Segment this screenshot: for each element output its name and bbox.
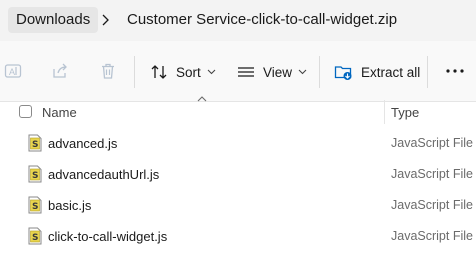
- breadcrumb-current-zip[interactable]: Customer Service-click-to-call-widget.zi…: [127, 7, 397, 33]
- extract-folder-icon: [334, 66, 352, 80]
- column-name-header[interactable]: Name: [42, 105, 77, 120]
- sort-button[interactable]: Sort: [150, 59, 216, 85]
- sort-label: Sort: [176, 64, 201, 80]
- svg-text:S: S: [32, 202, 38, 212]
- js-file-icon: S: [28, 227, 42, 245]
- svg-text:A: A: [9, 67, 15, 77]
- js-file-icon: S: [28, 134, 42, 152]
- file-type: JavaScript File: [391, 136, 473, 150]
- js-file-icon: S: [28, 165, 42, 183]
- file-row[interactable]: S basic.js JavaScript File: [0, 190, 476, 221]
- file-type: JavaScript File: [391, 229, 473, 243]
- sort-icon: [151, 65, 167, 79]
- share-icon[interactable]: [51, 62, 69, 80]
- rename-icon[interactable]: A: [4, 62, 22, 80]
- sort-ascending-icon: [197, 96, 207, 102]
- file-row[interactable]: S click-to-call-widget.js JavaScript Fil…: [0, 221, 476, 252]
- file-name: basic.js: [48, 198, 92, 213]
- view-list-icon: [238, 67, 254, 77]
- svg-text:S: S: [32, 171, 38, 181]
- extract-all-label: Extract all: [361, 64, 421, 80]
- toolbar: A Sort View Extract all: [0, 41, 476, 102]
- breadcrumb: Downloads Customer Service-click-to-call…: [0, 0, 476, 41]
- chevron-right-icon: [102, 14, 109, 26]
- file-name: click-to-call-widget.js: [48, 229, 168, 244]
- view-button[interactable]: View: [237, 59, 307, 85]
- extract-all-button[interactable]: Extract all: [334, 59, 420, 85]
- column-divider[interactable]: [384, 100, 385, 124]
- chevron-down-icon: [207, 69, 216, 75]
- breadcrumb-downloads[interactable]: Downloads: [8, 7, 99, 33]
- chevron-down-icon: [298, 69, 307, 75]
- delete-icon[interactable]: [99, 62, 117, 80]
- file-row[interactable]: S advanced.js JavaScript File: [0, 128, 476, 159]
- select-all-checkbox[interactable]: [19, 105, 32, 118]
- column-type-header[interactable]: Type: [391, 105, 419, 120]
- view-label: View: [263, 64, 293, 80]
- toolbar-divider: [319, 56, 320, 88]
- toolbar-divider: [134, 56, 135, 88]
- more-options-icon[interactable]: [444, 61, 466, 81]
- js-file-icon: S: [28, 196, 42, 214]
- column-header: Name Type: [0, 96, 476, 124]
- file-name: advanced.js: [48, 136, 118, 151]
- svg-text:S: S: [32, 233, 38, 243]
- file-name: advancedauthUrl.js: [48, 167, 160, 182]
- toolbar-divider: [427, 56, 428, 88]
- svg-text:S: S: [32, 140, 38, 150]
- file-row[interactable]: S advancedauthUrl.js JavaScript File: [0, 159, 476, 190]
- file-type: JavaScript File: [391, 198, 473, 212]
- file-list: S advanced.js JavaScript File S advanced…: [0, 128, 476, 252]
- file-type: JavaScript File: [391, 167, 473, 181]
